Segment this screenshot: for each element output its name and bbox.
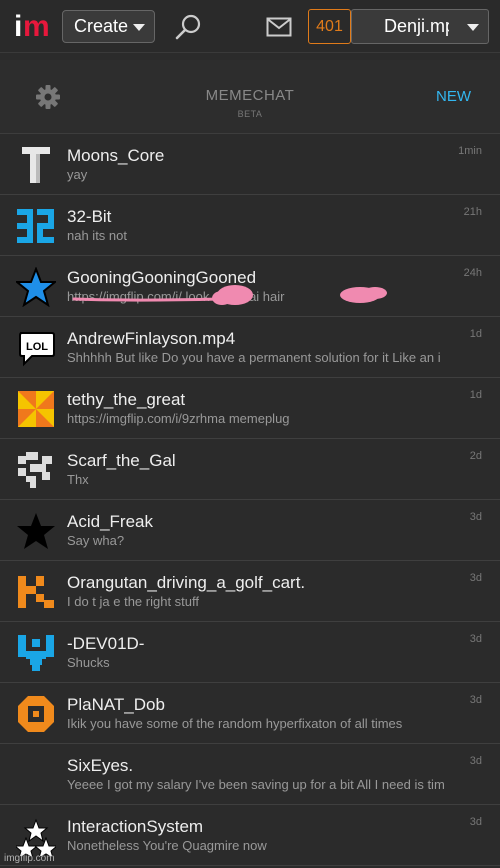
- 32-avatar: [17, 209, 54, 243]
- chat-row[interactable]: LOL AndrewFinlayson.mp4 Shhhhh But like …: [0, 317, 500, 378]
- chat-timestamp: 1d: [469, 389, 482, 401]
- chat-timestamp: 1min: [458, 145, 482, 157]
- chat-row[interactable]: Scarf_the_Gal Thx 2d: [0, 439, 500, 500]
- chat-row[interactable]: Moons_Core yay 1min: [0, 134, 500, 195]
- chat-username: Orangutan_driving_a_golf_cart.: [67, 573, 306, 592]
- username-label: Denji.mp4: [384, 16, 466, 36]
- black-star-avatar: [17, 513, 55, 549]
- chat-username: -DEV01D-: [67, 634, 145, 653]
- logo-letter-i: i: [14, 10, 23, 43]
- chat-last-message: nah its not: [67, 228, 127, 243]
- memechat-header: MEMECHAT BETA NEW: [0, 60, 500, 134]
- lol-bubble-avatar: LOL: [19, 332, 55, 367]
- chat-last-message: https://imgflip.com/i/9zrhma memeplug: [67, 411, 290, 426]
- chat-timestamp: 3d: [469, 816, 482, 828]
- chat-row[interactable]: Acid_Freak Say wha? 3d: [0, 500, 500, 561]
- imgflip-logo[interactable]: i m: [14, 10, 50, 43]
- chat-timestamp: 2d: [469, 450, 482, 462]
- chat-row[interactable]: 32-Bit nah its not 21h: [0, 195, 500, 256]
- logo-letter-m: m: [23, 10, 50, 43]
- orange-ring-avatar: [18, 696, 54, 732]
- chat-timestamp: 3d: [469, 755, 482, 767]
- chat-last-message: Ikik you have some of the random hyperfi…: [67, 716, 403, 731]
- memechat-title: MEMECHAT: [205, 87, 295, 104]
- blue-pixel-avatar: [18, 635, 54, 671]
- search-icon[interactable]: [174, 13, 202, 41]
- chat-username: Scarf_the_Gal: [67, 451, 176, 470]
- chat-username: PlaNAT_Dob: [67, 695, 165, 714]
- pixel-t-avatar: [22, 147, 50, 183]
- chat-row[interactable]: Orangutan_driving_a_golf_cart. I do t ja…: [0, 561, 500, 622]
- blank-avatar: [16, 755, 56, 795]
- chat-timestamp: 1d: [469, 328, 482, 340]
- chat-row[interactable]: SixEyes. Yeeee I got my salary I've been…: [0, 744, 500, 805]
- imgflip-watermark: imgflip.com: [4, 853, 55, 864]
- orange-k-avatar: [18, 576, 54, 608]
- chat-timestamp: 3d: [469, 511, 482, 523]
- pinwheel-avatar: [18, 391, 54, 427]
- beta-label: BETA: [237, 109, 263, 119]
- chat-username: Acid_Freak: [67, 512, 153, 531]
- chat-username: SixEyes.: [67, 756, 134, 775]
- chat-last-message: Thx: [67, 472, 89, 487]
- chat-list: Moons_Core yay 1min 32-Bit nah its not 2…: [0, 134, 500, 866]
- chat-username: Moons_Core: [67, 146, 165, 165]
- chat-timestamp: 3d: [469, 572, 482, 584]
- chat-last-message: Nonetheless You're Quagmire now: [67, 838, 267, 853]
- chat-row[interactable]: tethy_the_great https://imgflip.com/i/9z…: [0, 378, 500, 439]
- chat-username: InteractionSystem: [67, 817, 204, 836]
- chat-last-message: Shucks: [67, 655, 110, 670]
- create-dropdown-button[interactable]: Create: [62, 10, 155, 43]
- chat-last-message: I do t ja e the right stuff: [67, 594, 200, 609]
- chat-username: AndrewFinlayson.mp4: [67, 329, 236, 348]
- chevron-down-icon: [467, 24, 479, 31]
- svg-text:LOL: LOL: [26, 341, 48, 353]
- chat-row[interactable]: GooningGooningGooned https://imgflip.com…: [0, 256, 500, 317]
- top-navigation-bar: i m Create 401 Denji.mp4: [0, 0, 500, 53]
- chat-last-message: Yeeee I got my salary I've been saving u…: [67, 777, 445, 792]
- mail-icon[interactable]: [266, 17, 292, 37]
- user-menu-button[interactable]: Denji.mp4: [351, 9, 489, 44]
- chat-timestamp: 3d: [469, 694, 482, 706]
- chevron-down-icon: [133, 24, 145, 31]
- new-chat-button[interactable]: NEW: [436, 88, 471, 105]
- chat-row[interactable]: InteractionSystem Nonetheless You're Qua…: [0, 805, 500, 866]
- chat-row[interactable]: PlaNAT_Dob Ikik you have some of the ran…: [0, 683, 500, 744]
- chat-username: tethy_the_great: [67, 390, 186, 409]
- white-pixel-avatar: [18, 452, 52, 488]
- chat-username: 32-Bit: [67, 207, 112, 226]
- chat-timestamp: 24h: [463, 267, 482, 279]
- chat-last-message: yay: [67, 167, 88, 182]
- chat-timestamp: 3d: [469, 633, 482, 645]
- notification-count-badge[interactable]: 401: [308, 9, 351, 44]
- chat-row[interactable]: -DEV01D- Shucks 3d: [0, 622, 500, 683]
- chat-timestamp: 21h: [463, 206, 482, 218]
- chat-last-message: Shhhhh But like Do you have a permanent …: [67, 350, 441, 365]
- redaction-scribble: [72, 285, 387, 305]
- chat-last-message: Say wha?: [67, 533, 125, 548]
- star-triangle-avatar: [16, 818, 56, 856]
- create-label: Create: [74, 16, 129, 36]
- blue-star-avatar: [16, 267, 56, 307]
